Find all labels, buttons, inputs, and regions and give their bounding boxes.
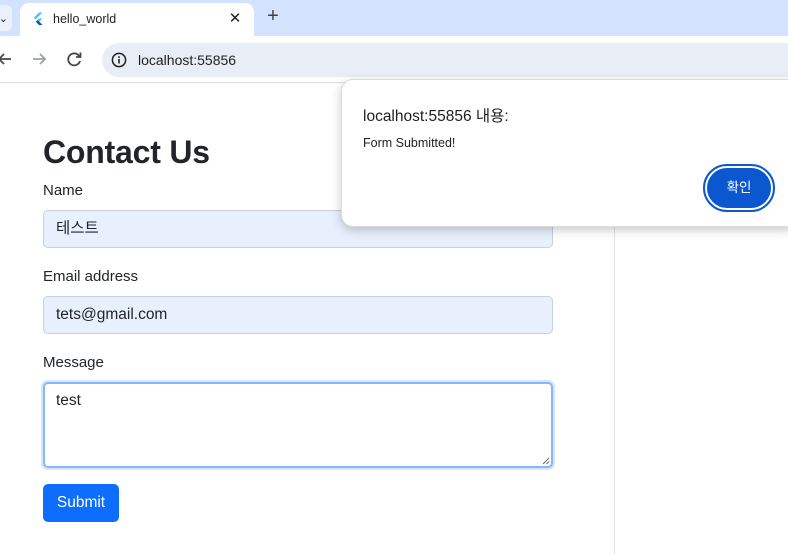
address-bar[interactable]: localhost:55856 [102, 43, 788, 77]
chevron-down-icon: ⌄ [0, 13, 8, 25]
dialog-title: localhost:55856 내용: [363, 108, 509, 125]
resize-handle-icon[interactable] [541, 456, 550, 465]
flutter-logo-icon [33, 12, 43, 25]
email-field[interactable]: tets@gmail.com [43, 296, 553, 334]
name-label: Name [43, 182, 84, 199]
active-tab[interactable]: hello_world ✕ [20, 3, 254, 37]
site-info-icon[interactable] [110, 51, 128, 69]
message-field[interactable]: test [43, 382, 553, 468]
tab-strip: ⌄ hello_world ✕ + [0, 0, 788, 37]
url-text: localhost:55856 [138, 52, 237, 68]
dialog-message: Form Submitted! [363, 136, 456, 150]
submit-button[interactable]: Submit [43, 484, 119, 522]
tab-title: hello_world [53, 12, 117, 26]
new-tab-button[interactable]: + [262, 5, 284, 29]
tab-close-icon[interactable]: ✕ [225, 9, 245, 29]
page-title: Contact Us [43, 134, 210, 170]
tab-search-button[interactable]: ⌄ [0, 5, 12, 31]
arrow-right-icon[interactable] [28, 48, 50, 70]
alert-dialog: localhost:55856 내용: Form Submitted! 확인 [341, 79, 788, 227]
browser-toolbar: localhost:55856 [0, 36, 788, 83]
message-text: test [56, 392, 81, 409]
email-label: Email address [43, 268, 139, 285]
arrow-left-icon[interactable] [0, 48, 16, 70]
reload-icon[interactable] [63, 48, 85, 70]
ok-button[interactable]: 확인 [703, 164, 775, 212]
message-label: Message [43, 354, 104, 371]
